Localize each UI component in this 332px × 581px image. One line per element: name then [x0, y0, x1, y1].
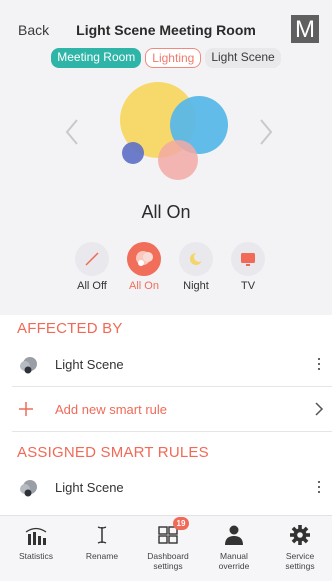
notification-badge: 19 — [173, 517, 189, 530]
divider — [12, 431, 332, 432]
add-smart-rule-row[interactable]: Add new smart rule — [0, 389, 332, 429]
list-item-affected-light-scene[interactable]: Light Scene — [0, 344, 332, 384]
pink-circle — [158, 140, 198, 180]
more-options-icon[interactable] — [316, 479, 322, 495]
bar-chart-icon — [23, 524, 49, 546]
service-settings-button[interactable]: Service settings — [270, 524, 330, 571]
affected-by-heading: AFFECTED BY — [17, 320, 123, 337]
tab-label: Dashboard settings — [147, 551, 189, 571]
purple-circle — [122, 142, 144, 164]
mode-night[interactable]: Night — [168, 242, 224, 292]
tab-label: Manual override — [218, 551, 250, 571]
tab-label: Rename — [85, 551, 119, 561]
tab-label: Statistics — [18, 551, 53, 561]
list-item-assigned-light-scene[interactable]: Light Scene — [0, 467, 332, 507]
tv-icon — [231, 242, 265, 276]
breadcrumb: Meeting Room Lighting Light Scene — [0, 48, 332, 68]
text-cursor-icon — [89, 524, 115, 546]
tab-label: Service settings — [285, 551, 315, 571]
manual-override-button[interactable]: Manual override — [204, 524, 264, 571]
add-smart-rule-label: Add new smart rule — [55, 402, 167, 417]
gear-icon — [287, 524, 313, 546]
breadcrumb-meeting-room[interactable]: Meeting Room — [51, 48, 142, 68]
chevron-right-icon — [314, 401, 324, 422]
mode-tv[interactable]: TV — [220, 242, 276, 292]
mode-all-off[interactable]: All Off — [64, 242, 120, 292]
dashboard-settings-button[interactable]: 19 Dashboard settings — [138, 517, 198, 571]
statistics-button[interactable]: Statistics — [6, 524, 66, 561]
header: Back Light Scene Meeting Room M Meeting … — [0, 0, 332, 78]
person-icon — [221, 524, 247, 546]
rename-button[interactable]: Rename — [72, 524, 132, 561]
mode-label: TV — [240, 280, 256, 292]
night-moon-icon — [179, 242, 213, 276]
assigned-smart-rules-heading: ASSIGNED SMART RULES — [17, 444, 209, 461]
scene-bubbles-icon — [17, 356, 43, 379]
page-title: Light Scene Meeting Room — [76, 22, 256, 38]
scene-visual-panel: All On All Off All On Night TV — [0, 78, 332, 315]
more-options-icon[interactable] — [316, 356, 322, 372]
mode-label: Night — [183, 280, 209, 292]
scene-color-circles — [0, 78, 332, 198]
all-on-bubbles-icon — [127, 242, 161, 276]
mode-label: All On — [129, 280, 159, 292]
list-item-label: Light Scene — [55, 357, 124, 372]
app-logo: M — [291, 15, 319, 43]
scene-bubbles-icon — [17, 479, 43, 502]
grid-icon: 19 — [155, 517, 189, 546]
off-slash-icon — [75, 242, 109, 276]
divider — [12, 386, 332, 387]
breadcrumb-lighting[interactable]: Lighting — [145, 48, 202, 68]
list-item-label: Light Scene — [55, 480, 124, 495]
mode-all-on[interactable]: All On — [116, 242, 172, 292]
mode-label: All Off — [77, 280, 107, 292]
breadcrumb-light-scene[interactable]: Light Scene — [205, 48, 281, 68]
bottom-toolbar: Statistics Rename 19 Dashboardsettings — [0, 515, 332, 581]
scene-name: All On — [141, 202, 191, 222]
plus-icon — [17, 400, 35, 423]
